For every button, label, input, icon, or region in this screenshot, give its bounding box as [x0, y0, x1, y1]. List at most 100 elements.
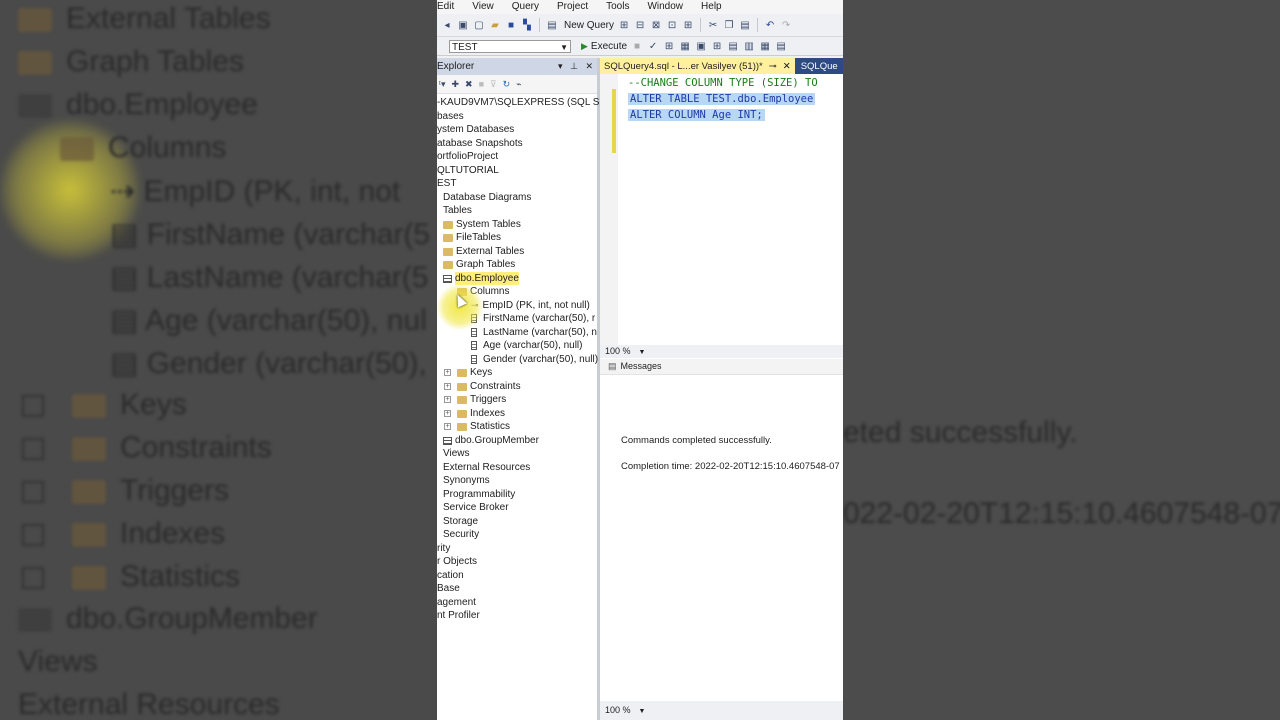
pin-icon[interactable]: ⊸ [769, 61, 777, 72]
outdent-icon[interactable]: ▥ [743, 40, 755, 52]
available-databases-select[interactable]: TEST ▼ [449, 39, 571, 53]
tree-node-database-diagrams[interactable]: Database Diagrams [443, 191, 531, 204]
tree-node-constraints[interactable]: + Constraints [444, 380, 521, 393]
expand-icon[interactable]: + [444, 423, 451, 430]
query-mdx-icon[interactable]: ⊠ [650, 19, 662, 31]
tab-label: Messages [620, 361, 662, 371]
paste-icon[interactable]: ▤ [739, 19, 751, 31]
expand-icon[interactable]: + [444, 396, 451, 403]
expand-icon[interactable]: + [444, 383, 451, 390]
tree-node-dbo-groupmember[interactable]: dbo.GroupMember [443, 434, 539, 447]
disconnect-icon[interactable]: ✖ [465, 79, 473, 90]
stop-icon[interactable]: ■ [479, 79, 484, 89]
comment-icon[interactable]: ⊞ [711, 40, 723, 52]
menu-query[interactable]: Query [503, 0, 548, 14]
new-query-icon[interactable]: ▤ [546, 19, 558, 31]
tree-node-management[interactable]: agement [437, 596, 476, 609]
refresh-icon[interactable]: ↻ [503, 79, 511, 90]
expand-icon[interactable]: + [444, 410, 451, 417]
menu-window[interactable]: Window [638, 0, 692, 14]
sql-code-editor[interactable]: --CHANGE COLUMN TYPE (SIZE) TO ALTER TAB… [600, 74, 843, 346]
editor-zoom-select[interactable]: 100 % ▼ [600, 345, 843, 358]
copy-icon[interactable]: ❐ [723, 19, 735, 31]
connect-db-icon[interactable]: ✚ [452, 79, 460, 90]
tree-node-indexes[interactable]: + Indexes [444, 407, 505, 420]
tree-node-portfolioproject[interactable]: ortfolioProject [437, 150, 498, 163]
tree-node-service-broker[interactable]: Service Broker [443, 501, 509, 514]
dropdown-icon[interactable]: ▾ [558, 61, 563, 71]
tree-node-snapshots[interactable]: atabase Snapshots [437, 137, 523, 150]
menu-edit[interactable]: Edit [437, 0, 463, 14]
indent-icon[interactable]: ▤ [727, 40, 739, 52]
tree-node-dbo-employee[interactable]: dbo.Employee [443, 272, 519, 285]
tree-node-polybase[interactable]: Base [437, 582, 460, 595]
menu-view[interactable]: View [463, 0, 503, 14]
tree-node-test[interactable]: EST [437, 177, 456, 190]
save-icon[interactable]: ■ [505, 19, 517, 31]
tree-node-storage[interactable]: Storage [443, 515, 478, 528]
tree-node-server-security[interactable]: rity [437, 542, 450, 555]
grid-icon[interactable]: ▦ [759, 40, 771, 52]
tree-node-synonyms[interactable]: Synonyms [443, 474, 490, 487]
query-dmx-icon[interactable]: ⊡ [666, 19, 678, 31]
query-db-icon[interactable]: ⊞ [618, 19, 630, 31]
sql-editor-toolbar: TEST ▼ ▶ Execute ■ ✓ ⊞ ▦ ▣ ⊞ ▤ ▥ ▦ ▤ [437, 37, 843, 56]
menu-help[interactable]: Help [692, 0, 731, 14]
add-item-icon[interactable]: ▢ [473, 19, 485, 31]
stop-icon[interactable]: ■ [631, 40, 643, 52]
execute-button[interactable]: ▶ Execute [581, 41, 627, 52]
tree-node-sqltutorial[interactable]: QLTUTORIAL [437, 164, 499, 177]
close-tab-icon[interactable]: ✕ [783, 61, 791, 72]
query-options-icon[interactable]: ▦ [679, 40, 691, 52]
tree-node-system-tables[interactable]: System Tables [443, 218, 521, 231]
tree-node-filetables[interactable]: FileTables [443, 231, 501, 244]
back-icon[interactable]: ◂ [441, 19, 453, 31]
tree-node-replication[interactable]: cation [437, 569, 464, 582]
tree-node-views[interactable]: Views [443, 447, 470, 460]
new-query-button[interactable]: New Query [564, 20, 614, 31]
menu-tools[interactable]: Tools [597, 0, 638, 14]
cut-icon[interactable]: ✂ [707, 19, 719, 31]
tree-node-firstname[interactable]: FirstName (varchar(50), r [471, 312, 595, 325]
redo-icon[interactable]: ↷ [780, 19, 792, 31]
tree-node-databases[interactable]: bases [437, 110, 464, 123]
text-icon[interactable]: ▤ [775, 40, 787, 52]
close-icon[interactable]: ✕ [585, 61, 593, 71]
filter-icon[interactable]: ⊽ [490, 79, 497, 90]
tree-node-server-objects[interactable]: r Objects [437, 555, 477, 568]
tab-messages[interactable]: ▤ Messages [600, 359, 843, 375]
tab-sqlquery4[interactable]: SQLQuery4.sql - L...er Vasilyev (51))* ⊸… [600, 58, 795, 74]
tree-node-server[interactable]: -KAUD9VM7\SQLEXPRESS (SQL S [437, 96, 599, 109]
connect-icon[interactable]: ᵗ▾ [439, 79, 446, 90]
tree-node-empid[interactable]: ⊸EmpID (PK, int, not null) [471, 299, 590, 312]
tree-node-lastname[interactable]: LastName (varchar(50), n [471, 326, 597, 339]
tree-node-age[interactable]: Age (varchar(50), null) [471, 339, 582, 352]
tree-node-programmability[interactable]: Programmability [443, 488, 515, 501]
tree-node-gender[interactable]: Gender (varchar(50), null) [471, 353, 598, 366]
tree-node-statistics[interactable]: + Statistics [444, 420, 510, 433]
pin-icon[interactable]: ⊥ [570, 61, 578, 71]
open-folder-icon[interactable]: ▰ [489, 19, 501, 31]
query-xmla-icon[interactable]: ⊞ [682, 19, 694, 31]
menu-project[interactable]: Project [548, 0, 597, 14]
activity-monitor-icon[interactable]: ⌁ [516, 79, 521, 90]
new-project-icon[interactable]: ▣ [457, 19, 469, 31]
parse-check-icon[interactable]: ✓ [647, 40, 659, 52]
results-to-icon[interactable]: ▣ [695, 40, 707, 52]
tree-node-system-databases[interactable]: ystem Databases [437, 123, 514, 136]
tree-node-tables[interactable]: Tables [443, 204, 472, 217]
estimated-plan-icon[interactable]: ⊞ [663, 40, 675, 52]
query-analysis-icon[interactable]: ⊟ [634, 19, 646, 31]
tree-node-xevent-profiler[interactable]: nt Profiler [437, 609, 480, 622]
messages-zoom-select[interactable]: 100 % ▼ [600, 701, 843, 720]
tree-node-triggers[interactable]: + Triggers [444, 393, 506, 406]
save-all-icon[interactable]: ▚ [521, 19, 533, 31]
expand-icon[interactable]: + [444, 369, 451, 376]
tree-node-external-resources[interactable]: External Resources [443, 461, 530, 474]
undo-icon[interactable]: ↶ [764, 19, 776, 31]
tree-node-keys[interactable]: + Keys [444, 366, 492, 379]
tree-node-security[interactable]: Security [443, 528, 479, 541]
tree-node-graph-tables[interactable]: Graph Tables [443, 258, 515, 271]
tab-sqlquery-other[interactable]: SQLQue [795, 58, 838, 74]
tree-node-external-tables[interactable]: External Tables [443, 245, 524, 258]
